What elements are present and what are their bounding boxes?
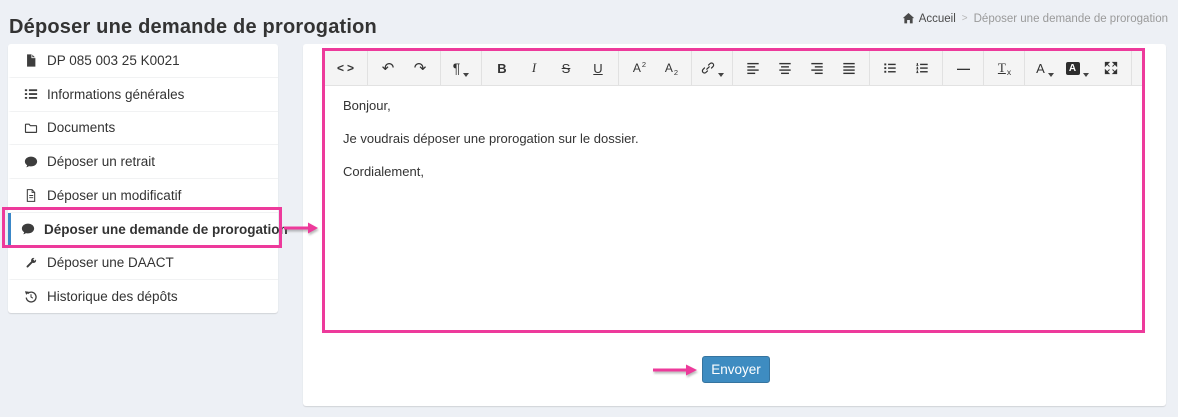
ordered-list-button[interactable]: [906, 51, 938, 85]
chevron-down-icon: [463, 73, 469, 77]
align-justify-icon: [842, 61, 856, 75]
toolbar-separator: [440, 51, 441, 85]
align-right-icon: [810, 61, 824, 75]
font-color-letter: A: [1036, 61, 1045, 76]
clear-formatting-mark: x: [1007, 67, 1011, 77]
background-color-button[interactable]: A: [1061, 51, 1093, 85]
underline-button[interactable]: U: [582, 51, 614, 85]
editor-paragraph: Je voudrais déposer une prorogation sur …: [343, 130, 1124, 149]
sidebar-item-deposer-modificatif[interactable]: Déposer un modificatif: [8, 179, 278, 213]
editor-toolbar: <> ↶ ↷ ¶ B I S U A 2 A 2: [325, 51, 1142, 86]
background-color-letter: A: [1066, 62, 1080, 75]
editor-paragraph: Cordialement,: [343, 163, 1124, 182]
toolbar-separator: [367, 51, 368, 85]
comment-icon: [24, 155, 38, 169]
sidebar: DP 085 003 25 K0021 Informations général…: [8, 44, 278, 313]
superscript-button[interactable]: A 2: [623, 51, 655, 85]
bold-button[interactable]: B: [486, 51, 518, 85]
undo-button[interactable]: ↶: [372, 51, 404, 85]
paragraph-style-button[interactable]: ¶: [445, 51, 477, 85]
sidebar-item-label: Documents: [47, 120, 115, 135]
sidebar-item-label: Déposer une demande de prorogation: [44, 222, 288, 237]
file-icon: [24, 53, 38, 68]
page-title: Déposer une demande de prorogation: [9, 16, 377, 39]
sidebar-item-label: DP 085 003 25 K0021: [47, 53, 180, 68]
sidebar-item-documents[interactable]: Documents: [8, 112, 278, 146]
breadcrumb-home-label: Accueil: [919, 13, 956, 25]
sidebar-item-label: Historique des dépôts: [47, 289, 178, 304]
toolbar-separator: [691, 51, 692, 85]
superscript-base: A: [633, 61, 641, 75]
sidebar-item-deposer-daact[interactable]: Déposer une DAACT: [8, 247, 278, 281]
fullscreen-button[interactable]: [1095, 51, 1127, 85]
toolbar-separator: [618, 51, 619, 85]
breadcrumb-separator: >: [962, 13, 968, 24]
toolbar-separator: [1131, 51, 1132, 85]
toolbar-separator: [942, 51, 943, 85]
sidebar-item-deposer-retrait[interactable]: Déposer un retrait: [8, 145, 278, 179]
font-color-button[interactable]: A: [1029, 51, 1061, 85]
list-icon: [24, 87, 38, 101]
comment-icon: [21, 222, 35, 236]
align-center-button[interactable]: [769, 51, 801, 85]
toolbar-separator: [1024, 51, 1025, 85]
toolbar-separator: [869, 51, 870, 85]
unordered-list-button[interactable]: [874, 51, 906, 85]
code-view-button[interactable]: <>: [331, 51, 363, 85]
align-left-icon: [746, 61, 760, 75]
unordered-list-icon: [883, 61, 897, 75]
toolbar-separator: [732, 51, 733, 85]
align-justify-button[interactable]: [833, 51, 865, 85]
chevron-down-icon: [1083, 73, 1089, 77]
folder-icon: [24, 121, 38, 135]
editor-content[interactable]: Bonjour, Je voudrais déposer une proroga…: [325, 86, 1142, 330]
wrench-icon: [24, 256, 38, 270]
align-right-button[interactable]: [801, 51, 833, 85]
subscript-mark: 2: [674, 68, 678, 77]
subscript-base: A: [665, 61, 673, 75]
chevron-down-icon: [1048, 73, 1054, 77]
clear-formatting-base: T: [998, 60, 1006, 76]
sidebar-item-label: Informations générales: [47, 87, 184, 102]
ordered-list-icon: [915, 61, 929, 75]
history-icon: [24, 290, 38, 304]
rich-text-editor: <> ↶ ↷ ¶ B I S U A 2 A 2: [322, 48, 1145, 333]
redo-button[interactable]: ↷: [404, 51, 436, 85]
toolbar-separator: [481, 51, 482, 85]
breadcrumb: Accueil > Déposer une demande de proroga…: [902, 12, 1168, 25]
align-center-icon: [778, 61, 792, 75]
breadcrumb-home-link[interactable]: Accueil: [902, 12, 956, 25]
italic-button[interactable]: I: [518, 51, 550, 85]
fullscreen-icon: [1104, 61, 1118, 75]
send-button[interactable]: Envoyer: [702, 356, 770, 383]
breadcrumb-current: Déposer une demande de prorogation: [974, 13, 1168, 25]
clear-formatting-button[interactable]: T x: [988, 51, 1020, 85]
link-icon: [701, 61, 715, 75]
file-text-icon: [24, 188, 38, 203]
home-icon: [902, 12, 915, 25]
strikethrough-button[interactable]: S: [550, 51, 582, 85]
sidebar-item-dossier[interactable]: DP 085 003 25 K0021: [8, 44, 278, 78]
link-button[interactable]: [696, 51, 728, 85]
sidebar-item-historique-depots[interactable]: Historique des dépôts: [8, 280, 278, 313]
sidebar-item-label: Déposer un retrait: [47, 154, 155, 169]
subscript-button[interactable]: A 2: [655, 51, 687, 85]
sidebar-item-informations-generales[interactable]: Informations générales: [8, 78, 278, 112]
toolbar-separator: [983, 51, 984, 85]
chevron-down-icon: [718, 73, 724, 77]
sidebar-item-label: Déposer un modificatif: [47, 188, 181, 203]
editor-paragraph: Bonjour,: [343, 97, 1124, 116]
paragraph-glyph: ¶: [453, 60, 461, 76]
sidebar-item-label: Déposer une DAACT: [47, 255, 174, 270]
align-left-button[interactable]: [737, 51, 769, 85]
sidebar-item-deposer-prorogation[interactable]: Déposer une demande de prorogation: [8, 213, 278, 247]
superscript-mark: 2: [642, 60, 646, 69]
horizontal-rule-button[interactable]: —: [947, 51, 979, 85]
